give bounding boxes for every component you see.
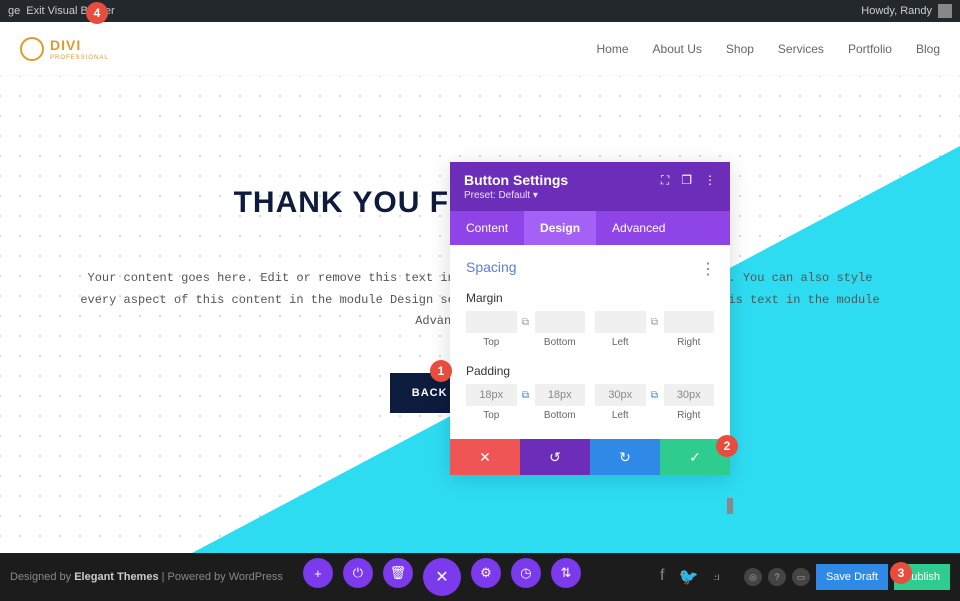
facebook-icon[interactable]: f bbox=[660, 567, 664, 587]
panel-header[interactable]: Button Settings ⛶ ❐ ⋮ Preset: Default ▾ bbox=[450, 162, 730, 211]
admin-bar: ge Exit Visual Builder Howdy, Randy bbox=[0, 0, 960, 22]
logo-text: DIVI bbox=[50, 37, 81, 53]
save-controls: ◎ ? ▭ Save Draft Publish bbox=[744, 564, 950, 590]
expand-icon[interactable]: ⛶ bbox=[661, 173, 669, 188]
admin-frag: ge bbox=[8, 5, 20, 17]
credit-pre: Designed by bbox=[10, 571, 74, 583]
padding-right-input[interactable]: 30px bbox=[664, 384, 715, 406]
step-marker-3: 3 bbox=[890, 562, 912, 584]
social-icons: f 🐦 ⟓ bbox=[660, 567, 720, 587]
panel-tabs: Content Design Advanced bbox=[450, 211, 730, 245]
padding-bottom-input[interactable]: 18px bbox=[535, 384, 586, 406]
padding-left-input[interactable]: 30px bbox=[595, 384, 646, 406]
margin-bottom-input[interactable] bbox=[535, 311, 586, 333]
nav-blog[interactable]: Blog bbox=[916, 42, 940, 56]
nav-home[interactable]: Home bbox=[597, 42, 629, 56]
panel-footer: ✕ ↺ ↻ ✓ bbox=[450, 439, 730, 475]
link-icon[interactable]: ⧉ bbox=[517, 311, 535, 333]
cap-right: Right bbox=[664, 337, 715, 348]
step-marker-1: 1 bbox=[430, 360, 452, 382]
scrollbar-handle[interactable] bbox=[727, 498, 733, 514]
redo-button[interactable]: ↻ bbox=[590, 439, 660, 475]
preset-label[interactable]: Preset: Default ▾ bbox=[464, 190, 716, 201]
view-icon[interactable]: ◎ bbox=[744, 568, 762, 586]
padding-top-input[interactable]: 18px bbox=[466, 384, 517, 406]
builder-bottom-bar: Designed by Elegant Themes | Powered by … bbox=[0, 553, 960, 601]
help-icon[interactable]: ? bbox=[768, 568, 786, 586]
credit-bold[interactable]: Elegant Themes bbox=[74, 571, 158, 583]
wireframe-icon[interactable]: ⇅ bbox=[551, 558, 581, 588]
cap-left2: Left bbox=[595, 410, 646, 421]
tab-content[interactable]: Content bbox=[450, 211, 524, 245]
desktop-icon[interactable]: ▭ bbox=[792, 568, 810, 586]
nav-about[interactable]: About Us bbox=[653, 42, 702, 56]
margin-group: Margin Top ⧉ Bottom Left ⧉ bbox=[466, 291, 714, 348]
margin-label: Margin bbox=[466, 291, 714, 305]
nav-shop[interactable]: Shop bbox=[726, 42, 754, 56]
link-icon[interactable]: ⧉ bbox=[646, 311, 664, 333]
panel-body: Spacing ⋮ Margin Top ⧉ Bottom Left bbox=[450, 245, 730, 439]
cap-right2: Right bbox=[664, 410, 715, 421]
section-more-icon[interactable]: ⋮ bbox=[700, 259, 716, 279]
margin-top-input[interactable] bbox=[466, 311, 517, 333]
nav-portfolio[interactable]: Portfolio bbox=[848, 42, 892, 56]
tab-advanced[interactable]: Advanced bbox=[596, 211, 681, 245]
step-marker-4: 4 bbox=[86, 2, 108, 24]
link-icon[interactable]: ⧉ bbox=[646, 384, 664, 406]
responsive-icon[interactable]: ❐ bbox=[681, 173, 692, 188]
step-marker-2: 2 bbox=[716, 435, 738, 457]
more-icon[interactable]: ⋮ bbox=[704, 173, 716, 188]
button-settings-panel: Button Settings ⛶ ❐ ⋮ Preset: Default ▾ … bbox=[450, 162, 730, 475]
cap-top2: Top bbox=[466, 410, 517, 421]
settings-icon[interactable]: ⚙ bbox=[471, 558, 501, 588]
twitter-icon[interactable]: 🐦 bbox=[678, 567, 698, 587]
undo-button[interactable]: ↺ bbox=[520, 439, 590, 475]
cap-bottom: Bottom bbox=[535, 337, 586, 348]
link-icon[interactable]: ⧉ bbox=[517, 384, 535, 406]
discard-button[interactable]: ✕ bbox=[450, 439, 520, 475]
howdy-text[interactable]: Howdy, Randy bbox=[861, 5, 932, 17]
padding-label: Padding bbox=[466, 364, 714, 378]
add-button[interactable]: + bbox=[303, 558, 333, 588]
spacing-section-title[interactable]: Spacing bbox=[466, 259, 714, 275]
close-builder-button[interactable]: ✕ bbox=[423, 558, 461, 596]
vb-controls: + ⏻ 🗑 ✕ ⚙ ◷ ⇅ bbox=[303, 558, 581, 596]
cap-top: Top bbox=[466, 337, 517, 348]
main-nav: Home About Us Shop Services Portfolio Bl… bbox=[597, 42, 940, 56]
margin-right-input[interactable] bbox=[664, 311, 715, 333]
margin-left-input[interactable] bbox=[595, 311, 646, 333]
avatar[interactable] bbox=[938, 4, 952, 18]
cap-left: Left bbox=[595, 337, 646, 348]
tab-design[interactable]: Design bbox=[524, 211, 596, 245]
logo-subtext: PROFESSIONAL bbox=[50, 55, 109, 61]
padding-group: Padding 18px Top ⧉ 18px Bottom 30px Left… bbox=[466, 364, 714, 421]
trash-icon[interactable]: 🗑 bbox=[383, 558, 413, 588]
cap-bottom2: Bottom bbox=[535, 410, 586, 421]
power-icon[interactable]: ⏻ bbox=[343, 558, 373, 588]
site-header: DIVI PROFESSIONAL Home About Us Shop Ser… bbox=[0, 22, 960, 76]
credit-post: | Powered by WordPress bbox=[159, 571, 283, 583]
footer-credit: Designed by Elegant Themes | Powered by … bbox=[10, 571, 283, 583]
history-icon[interactable]: ◷ bbox=[511, 558, 541, 588]
panel-title: Button Settings bbox=[464, 172, 568, 188]
logo-icon bbox=[20, 37, 44, 61]
site-logo[interactable]: DIVI PROFESSIONAL bbox=[20, 37, 109, 61]
save-draft-button[interactable]: Save Draft bbox=[816, 564, 888, 590]
rss-icon[interactable]: ⟓ bbox=[712, 567, 720, 587]
nav-services[interactable]: Services bbox=[778, 42, 824, 56]
